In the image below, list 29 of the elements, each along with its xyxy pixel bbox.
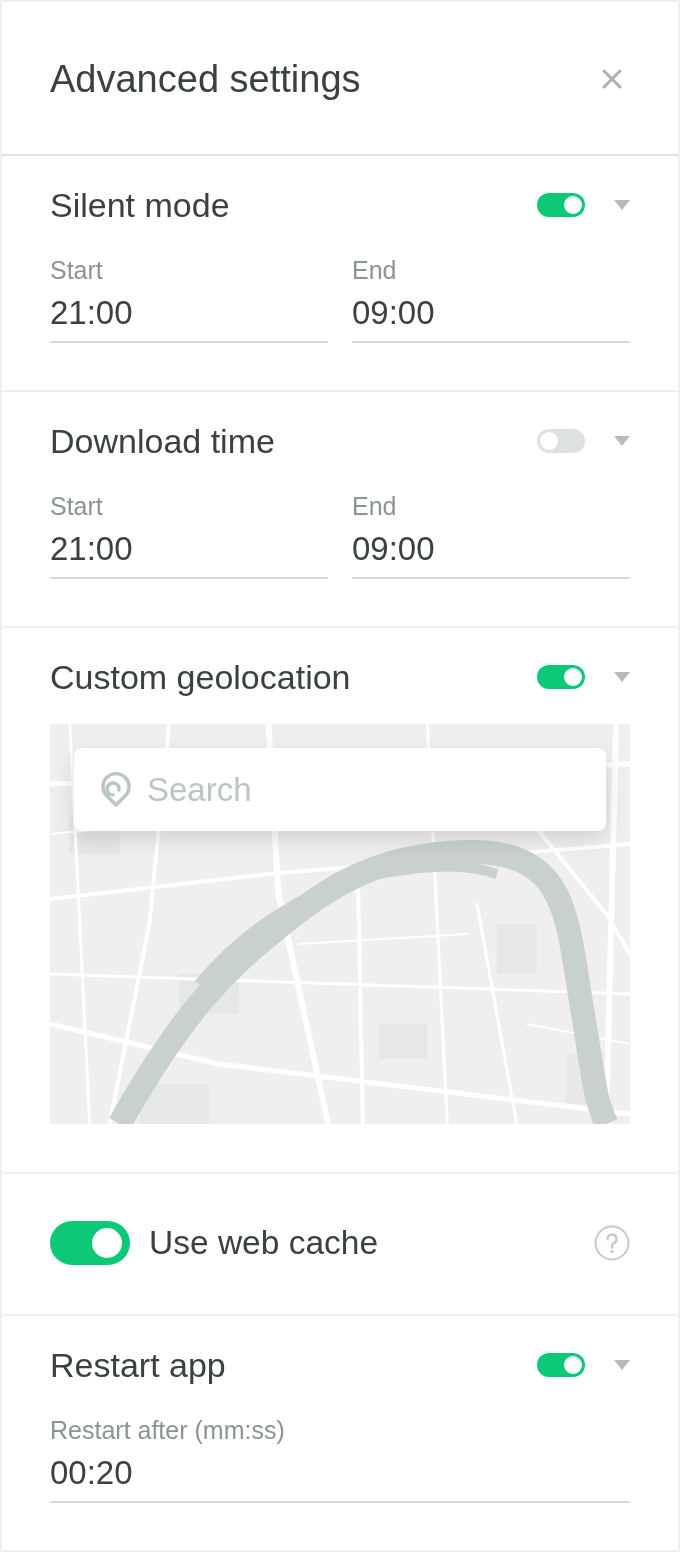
caret-icon[interactable] — [614, 672, 630, 682]
close-icon[interactable] — [602, 69, 622, 89]
field-label: End — [352, 491, 398, 521]
section-title: Silent mode — [50, 185, 231, 225]
section-title: Custom geolocation — [50, 657, 352, 697]
toggle-switch[interactable] — [537, 193, 585, 217]
toggle-switch[interactable] — [537, 1353, 585, 1377]
field-label: Start — [50, 255, 104, 285]
toggle-switch[interactable] — [537, 665, 585, 689]
field-label: Restart after (mm:ss) — [50, 1415, 286, 1445]
section-title: Restart app — [50, 1345, 227, 1385]
time-input[interactable]: 21:00 — [50, 293, 328, 343]
section-title: Download time — [50, 421, 276, 461]
switch-label: Use web cache — [149, 1223, 380, 1263]
time-input[interactable]: 09:00 — [352, 293, 630, 343]
toggle-switch[interactable] — [537, 429, 585, 453]
panel-title: Advanced settings — [50, 57, 361, 101]
caret-icon[interactable] — [614, 200, 630, 210]
search-field[interactable]: Search — [74, 748, 606, 831]
field-label: Start — [50, 491, 104, 521]
time-input[interactable]: 00:20 — [50, 1453, 630, 1503]
help-icon[interactable] — [594, 1225, 630, 1261]
field-label: End — [352, 255, 398, 285]
toggle-switch[interactable] — [50, 1221, 130, 1265]
location-pin-icon — [100, 772, 132, 807]
caret-icon[interactable] — [614, 436, 630, 446]
time-input[interactable]: 09:00 — [352, 529, 630, 579]
caret-icon[interactable] — [614, 1360, 630, 1370]
time-input[interactable]: 21:00 — [50, 529, 328, 579]
